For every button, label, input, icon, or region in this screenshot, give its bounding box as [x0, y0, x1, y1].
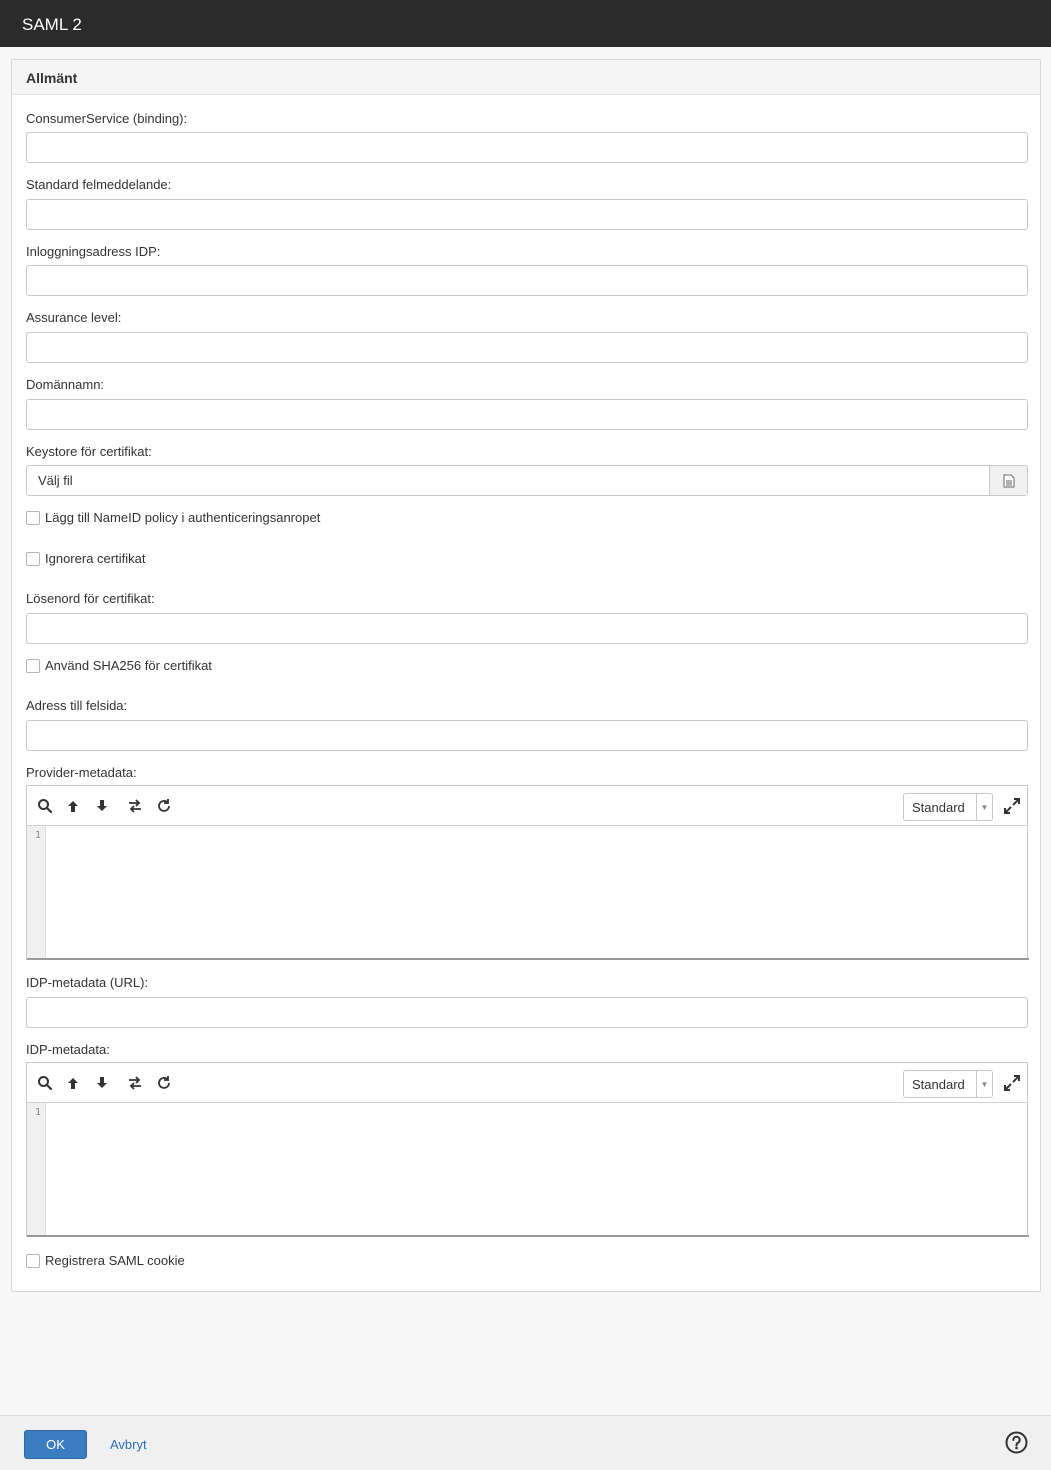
- line-number: 1: [35, 1107, 42, 1118]
- expand-icon[interactable]: [1003, 797, 1021, 815]
- refresh-icon[interactable]: [155, 797, 173, 815]
- saml-cookie-checkbox[interactable]: Registrera SAML cookie: [26, 1253, 185, 1268]
- editor-toolbar: Standard ▼: [27, 786, 1027, 826]
- arrow-down-icon[interactable]: [93, 797, 111, 815]
- refresh-icon[interactable]: [155, 1074, 173, 1092]
- keystore-file-text: Välj fil: [38, 473, 73, 488]
- consumer-service-label: ConsumerService (binding):: [26, 111, 188, 126]
- default-error-label: Standard felmeddelande:: [26, 177, 172, 192]
- expand-icon[interactable]: [1003, 1074, 1021, 1092]
- idp-login-input[interactable]: [26, 265, 1028, 296]
- domain-label: Domännamn:: [26, 377, 105, 392]
- error-page-label: Adress till felsida:: [26, 698, 128, 713]
- keystore-file-input[interactable]: Välj fil: [26, 465, 1028, 496]
- arrow-up-icon[interactable]: [64, 797, 82, 815]
- ignore-certificate-label: Ignorera certifikat: [45, 551, 146, 566]
- cert-password-input[interactable]: [26, 613, 1028, 644]
- nameid-policy-checkbox[interactable]: Lägg till NameID policy i authenticering…: [26, 510, 320, 525]
- file-browse-button[interactable]: [989, 466, 1027, 495]
- assurance-level-input[interactable]: [26, 332, 1028, 363]
- chevron-down-icon[interactable]: ▼: [976, 1071, 992, 1097]
- error-page-input[interactable]: [26, 720, 1028, 751]
- chevron-down-icon[interactable]: ▼: [976, 794, 992, 820]
- dialog-footer: OK Avbryt: [0, 1415, 1051, 1470]
- search-icon[interactable]: [36, 797, 54, 815]
- sha256-label: Använd SHA256 för certifikat: [45, 658, 212, 673]
- panel-title: Allmänt: [12, 60, 1040, 95]
- general-panel: Allmänt ConsumerService (binding): Stand…: [11, 59, 1041, 1292]
- cert-password-label: Lösenord för certifikat:: [26, 591, 155, 606]
- provider-metadata-editor[interactable]: Standard ▼ 1: [26, 785, 1029, 960]
- domain-input[interactable]: [26, 399, 1028, 430]
- idp-metadata-url-input[interactable]: [26, 997, 1028, 1028]
- provider-metadata-label: Provider-metadata:: [26, 765, 137, 780]
- keystore-label: Keystore för certifikat:: [26, 444, 152, 459]
- swap-icon[interactable]: [126, 797, 144, 815]
- idp-metadata-url-label: IDP-metadata (URL):: [26, 975, 149, 990]
- ok-button[interactable]: OK: [24, 1430, 87, 1459]
- line-gutter: 1: [27, 826, 46, 959]
- line-number: 1: [35, 830, 42, 841]
- editor-bottom-border: [27, 1235, 1029, 1237]
- help-icon[interactable]: [1005, 1431, 1028, 1454]
- checkbox-box[interactable]: [26, 510, 40, 525]
- file-icon: [1003, 474, 1014, 487]
- ignore-certificate-checkbox[interactable]: Ignorera certifikat: [26, 551, 145, 566]
- arrow-down-icon[interactable]: [93, 1074, 111, 1092]
- assurance-level-label: Assurance level:: [26, 310, 122, 325]
- nameid-policy-label: Lägg till NameID policy i authenticering…: [45, 510, 321, 525]
- idp-login-label: Inloggningsadress IDP:: [26, 244, 161, 259]
- sha256-checkbox[interactable]: Använd SHA256 för certifikat: [26, 658, 212, 673]
- mode-select[interactable]: Standard ▼: [903, 1070, 993, 1098]
- checkbox-box[interactable]: [26, 551, 40, 566]
- cancel-link[interactable]: Avbryt: [110, 1437, 147, 1452]
- window-title: SAML 2: [0, 0, 1051, 47]
- search-icon[interactable]: [36, 1074, 54, 1092]
- saml-cookie-label: Registrera SAML cookie: [45, 1253, 185, 1268]
- mode-select-value: Standard: [912, 1077, 965, 1092]
- editor-bottom-border: [27, 958, 1029, 960]
- consumer-service-input[interactable]: [26, 132, 1028, 163]
- mode-select-value: Standard: [912, 800, 965, 815]
- checkbox-box[interactable]: [26, 1253, 40, 1268]
- idp-metadata-editor[interactable]: Standard ▼ 1: [26, 1062, 1029, 1237]
- editor-toolbar: Standard ▼: [27, 1063, 1027, 1103]
- checkbox-box[interactable]: [26, 658, 40, 673]
- swap-icon[interactable]: [126, 1074, 144, 1092]
- arrow-up-icon[interactable]: [64, 1074, 82, 1092]
- default-error-input[interactable]: [26, 199, 1028, 230]
- mode-select[interactable]: Standard ▼: [903, 793, 993, 821]
- idp-metadata-label: IDP-metadata:: [26, 1042, 110, 1057]
- line-gutter: 1: [27, 1103, 46, 1236]
